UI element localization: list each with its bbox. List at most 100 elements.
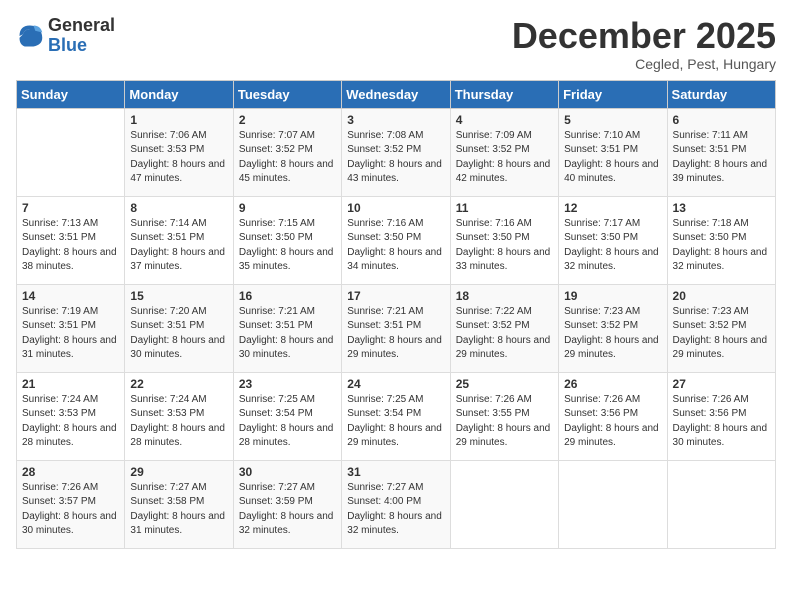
- cell-info: Sunrise: 7:27 AMSunset: 3:58 PMDaylight:…: [130, 481, 227, 539]
- calendar-cell: 6Sunrise: 7:11 AMSunset: 3:51 PMDaylight…: [667, 108, 775, 196]
- calendar-cell: 2Sunrise: 7:07 AMSunset: 3:52 PMDaylight…: [233, 108, 341, 196]
- logo-general: General: [48, 15, 115, 35]
- calendar-week-row: 28 Sunrise: 7:26 AMSunset: 3:57 PMDayligh…: [17, 460, 776, 548]
- day-number: 4: [456, 113, 553, 127]
- header-saturday: Saturday: [667, 80, 775, 108]
- calendar-cell: 12 Sunrise: 7:17 AMSunset: 3:50 PMDayligh…: [559, 196, 667, 284]
- logo-icon: [16, 22, 44, 50]
- calendar-week-row: 7 Sunrise: 7:13 AMSunset: 3:51 PMDaylight…: [17, 196, 776, 284]
- logo-blue: Blue: [48, 35, 87, 55]
- calendar-cell: 5 Sunrise: 7:10 AMSunset: 3:51 PMDaylight…: [559, 108, 667, 196]
- day-number: 1: [130, 113, 227, 127]
- calendar-cell: 29 Sunrise: 7:27 AMSunset: 3:58 PMDayligh…: [125, 460, 233, 548]
- calendar-cell: 18Sunrise: 7:22 AMSunset: 3:52 PMDayligh…: [450, 284, 558, 372]
- calendar-cell: 24 Sunrise: 7:25 AMSunset: 3:54 PMDayligh…: [342, 372, 450, 460]
- day-number: 21: [22, 377, 119, 391]
- day-number: 9: [239, 201, 336, 215]
- cell-info: Sunrise: 7:11 AMSunset: 3:51 PMDaylight:…: [673, 129, 770, 187]
- cell-info: Sunrise: 7:13 AMSunset: 3:51 PMDaylight:…: [22, 217, 119, 275]
- cell-info: Sunrise: 7:26 AMSunset: 3:56 PMDaylight:…: [673, 393, 770, 451]
- day-number: 16: [239, 289, 336, 303]
- logo-text: General Blue: [48, 16, 115, 56]
- calendar-cell: 9 Sunrise: 7:15 AMSunset: 3:50 PMDaylight…: [233, 196, 341, 284]
- day-number: 27: [673, 377, 770, 391]
- day-number: 20: [673, 289, 770, 303]
- day-number: 18: [456, 289, 553, 303]
- calendar-cell: 1 Sunrise: 7:06 AMSunset: 3:53 PMDaylight…: [125, 108, 233, 196]
- day-number: 19: [564, 289, 661, 303]
- day-number: 8: [130, 201, 227, 215]
- calendar-header-row: SundayMondayTuesdayWednesdayThursdayFrid…: [17, 80, 776, 108]
- day-number: 13: [673, 201, 770, 215]
- cell-info: Sunrise: 7:25 AMSunset: 3:54 PMDaylight:…: [347, 393, 444, 451]
- day-number: 2: [239, 113, 336, 127]
- day-number: 30: [239, 465, 336, 479]
- day-number: 12: [564, 201, 661, 215]
- day-number: 31: [347, 465, 444, 479]
- cell-info: Sunrise: 7:08 AMSunset: 3:52 PMDaylight:…: [347, 129, 444, 187]
- calendar-cell: 3 Sunrise: 7:08 AMSunset: 3:52 PMDaylight…: [342, 108, 450, 196]
- cell-info: Sunrise: 7:21 AMSunset: 3:51 PMDaylight:…: [239, 305, 336, 363]
- cell-info: Sunrise: 7:26 AMSunset: 3:56 PMDaylight:…: [564, 393, 661, 451]
- cell-info: Sunrise: 7:09 AMSunset: 3:52 PMDaylight:…: [456, 129, 553, 187]
- day-number: 22: [130, 377, 227, 391]
- header-tuesday: Tuesday: [233, 80, 341, 108]
- cell-info: Sunrise: 7:06 AMSunset: 3:53 PMDaylight:…: [130, 129, 227, 187]
- cell-info: Sunrise: 7:15 AMSunset: 3:50 PMDaylight:…: [239, 217, 336, 275]
- day-number: 15: [130, 289, 227, 303]
- day-number: 11: [456, 201, 553, 215]
- calendar-cell: [450, 460, 558, 548]
- calendar-cell: 17Sunrise: 7:21 AMSunset: 3:51 PMDayligh…: [342, 284, 450, 372]
- day-number: 10: [347, 201, 444, 215]
- calendar-cell: 28 Sunrise: 7:26 AMSunset: 3:57 PMDayligh…: [17, 460, 125, 548]
- cell-info: Sunrise: 7:10 AMSunset: 3:51 PMDaylight:…: [564, 129, 661, 187]
- title-block: December 2025 Cegled, Pest, Hungary: [512, 16, 776, 72]
- day-number: 29: [130, 465, 227, 479]
- day-number: 24: [347, 377, 444, 391]
- cell-info: Sunrise: 7:27 AMSunset: 4:00 PMDaylight:…: [347, 481, 444, 539]
- cell-info: Sunrise: 7:27 AMSunset: 3:59 PMDaylight:…: [239, 481, 336, 539]
- calendar-cell: 11 Sunrise: 7:16 AMSunset: 3:50 PMDayligh…: [450, 196, 558, 284]
- day-number: 28: [22, 465, 119, 479]
- logo: General Blue: [16, 16, 115, 56]
- calendar-week-row: 21Sunrise: 7:24 AMSunset: 3:53 PMDayligh…: [17, 372, 776, 460]
- calendar-cell: 25Sunrise: 7:26 AMSunset: 3:55 PMDayligh…: [450, 372, 558, 460]
- cell-info: Sunrise: 7:23 AMSunset: 3:52 PMDaylight:…: [564, 305, 661, 363]
- cell-info: Sunrise: 7:16 AMSunset: 3:50 PMDaylight:…: [456, 217, 553, 275]
- cell-info: Sunrise: 7:20 AMSunset: 3:51 PMDaylight:…: [130, 305, 227, 363]
- cell-info: Sunrise: 7:25 AMSunset: 3:54 PMDaylight:…: [239, 393, 336, 451]
- page-header: General Blue December 2025 Cegled, Pest,…: [16, 16, 776, 72]
- calendar-week-row: 1 Sunrise: 7:06 AMSunset: 3:53 PMDaylight…: [17, 108, 776, 196]
- day-number: 5: [564, 113, 661, 127]
- header-friday: Friday: [559, 80, 667, 108]
- calendar-week-row: 14 Sunrise: 7:19 AMSunset: 3:51 PMDayligh…: [17, 284, 776, 372]
- day-number: 17: [347, 289, 444, 303]
- cell-info: Sunrise: 7:14 AMSunset: 3:51 PMDaylight:…: [130, 217, 227, 275]
- calendar-cell: 15 Sunrise: 7:20 AMSunset: 3:51 PMDayligh…: [125, 284, 233, 372]
- calendar-cell: [667, 460, 775, 548]
- header-sunday: Sunday: [17, 80, 125, 108]
- cell-info: Sunrise: 7:26 AMSunset: 3:57 PMDaylight:…: [22, 481, 119, 539]
- cell-info: Sunrise: 7:26 AMSunset: 3:55 PMDaylight:…: [456, 393, 553, 451]
- day-number: 3: [347, 113, 444, 127]
- location: Cegled, Pest, Hungary: [512, 56, 776, 72]
- calendar-cell: 23Sunrise: 7:25 AMSunset: 3:54 PMDayligh…: [233, 372, 341, 460]
- header-wednesday: Wednesday: [342, 80, 450, 108]
- calendar-cell: [559, 460, 667, 548]
- calendar-cell: 8 Sunrise: 7:14 AMSunset: 3:51 PMDaylight…: [125, 196, 233, 284]
- cell-info: Sunrise: 7:19 AMSunset: 3:51 PMDaylight:…: [22, 305, 119, 363]
- calendar-cell: 19 Sunrise: 7:23 AMSunset: 3:52 PMDayligh…: [559, 284, 667, 372]
- calendar-table: SundayMondayTuesdayWednesdayThursdayFrid…: [16, 80, 776, 549]
- day-number: 14: [22, 289, 119, 303]
- cell-info: Sunrise: 7:18 AMSunset: 3:50 PMDaylight:…: [673, 217, 770, 275]
- calendar-cell: 14 Sunrise: 7:19 AMSunset: 3:51 PMDayligh…: [17, 284, 125, 372]
- calendar-cell: 10 Sunrise: 7:16 AMSunset: 3:50 PMDayligh…: [342, 196, 450, 284]
- calendar-cell: 31 Sunrise: 7:27 AMSunset: 4:00 PMDayligh…: [342, 460, 450, 548]
- calendar-cell: 16 Sunrise: 7:21 AMSunset: 3:51 PMDayligh…: [233, 284, 341, 372]
- calendar-cell: 30 Sunrise: 7:27 AMSunset: 3:59 PMDayligh…: [233, 460, 341, 548]
- calendar-cell: 26Sunrise: 7:26 AMSunset: 3:56 PMDayligh…: [559, 372, 667, 460]
- cell-info: Sunrise: 7:16 AMSunset: 3:50 PMDaylight:…: [347, 217, 444, 275]
- day-number: 7: [22, 201, 119, 215]
- calendar-cell: 7 Sunrise: 7:13 AMSunset: 3:51 PMDaylight…: [17, 196, 125, 284]
- cell-info: Sunrise: 7:17 AMSunset: 3:50 PMDaylight:…: [564, 217, 661, 275]
